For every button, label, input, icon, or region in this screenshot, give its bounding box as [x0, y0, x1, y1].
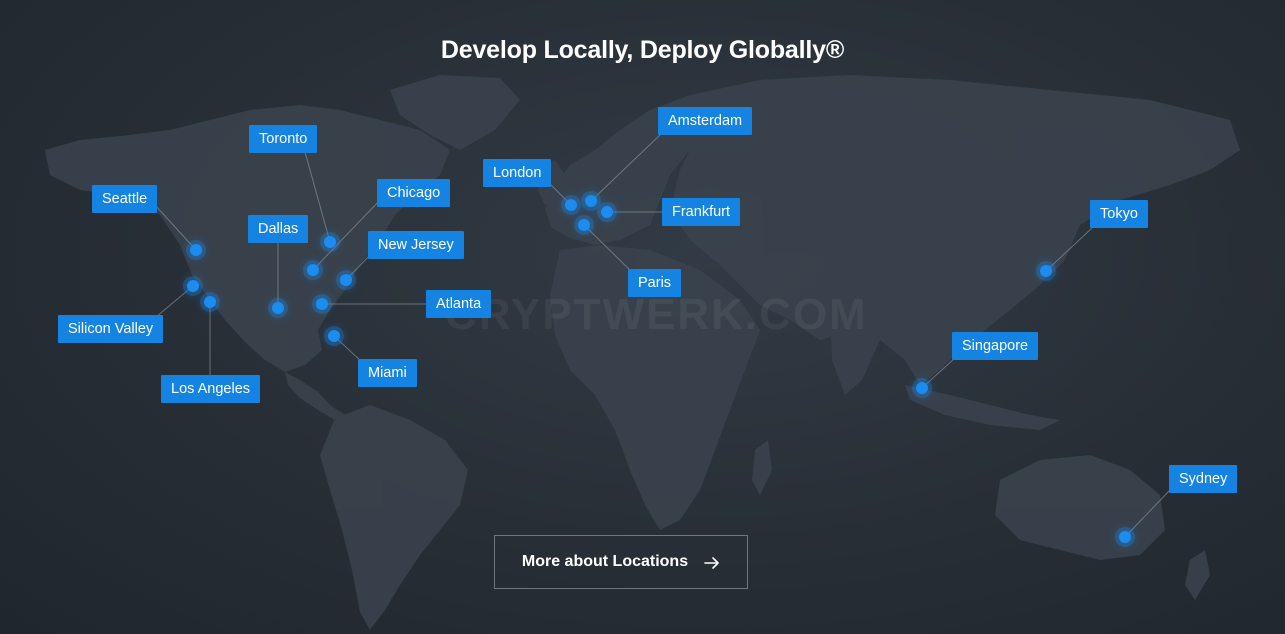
label-seattle[interactable]: Seattle	[92, 185, 158, 213]
more-about-locations-label: More about Locations	[521, 553, 689, 570]
page-title: Develop Locally, Deploy Globally®	[440, 36, 845, 64]
marker-new-jersey[interactable]	[340, 274, 352, 286]
marker-sydney[interactable]	[1119, 531, 1131, 543]
label-miami[interactable]: Miami	[358, 359, 417, 387]
indonesia-landmass	[905, 385, 1060, 430]
marker-silicon-valley[interactable]	[187, 280, 199, 292]
label-silicon-valley[interactable]: Silicon Valley	[58, 315, 164, 343]
marker-singapore[interactable]	[916, 382, 928, 394]
marker-chicago[interactable]	[307, 264, 319, 276]
label-tokyo[interactable]: Tokyo	[1090, 200, 1148, 228]
more-about-locations-button[interactable]: More about Locations	[494, 535, 748, 589]
marker-london[interactable]	[565, 199, 577, 211]
madagascar-landmass	[752, 440, 772, 495]
marker-seattle[interactable]	[190, 244, 202, 256]
south-america-landmass	[320, 405, 468, 630]
label-paris[interactable]: Paris	[628, 269, 682, 297]
label-dallas[interactable]: Dallas	[248, 215, 309, 243]
marker-los-angeles[interactable]	[204, 296, 216, 308]
new-zealand-landmass	[1185, 550, 1210, 600]
label-london[interactable]: London	[483, 159, 552, 187]
marker-tokyo[interactable]	[1040, 265, 1052, 277]
marker-paris[interactable]	[578, 219, 590, 231]
arrow-right-icon	[704, 556, 720, 569]
label-chicago[interactable]: Chicago	[377, 179, 451, 207]
marker-atlanta[interactable]	[316, 298, 328, 310]
label-frankfurt[interactable]: Frankfurt	[662, 198, 741, 226]
marker-dallas[interactable]	[272, 302, 284, 314]
label-toronto[interactable]: Toronto	[249, 125, 318, 153]
label-los-angeles[interactable]: Los Angeles	[161, 375, 261, 403]
marker-amsterdam[interactable]	[585, 195, 597, 207]
marker-toronto[interactable]	[324, 236, 336, 248]
label-amsterdam[interactable]: Amsterdam	[658, 107, 753, 135]
label-atlanta[interactable]: Atlanta	[426, 290, 492, 318]
watermark: CRYPTWERK.COM	[445, 290, 868, 339]
label-new-jersey[interactable]: New Jersey	[368, 231, 464, 259]
marker-frankfurt[interactable]	[601, 206, 613, 218]
label-sydney[interactable]: Sydney	[1169, 465, 1238, 493]
marker-miami[interactable]	[328, 330, 340, 342]
australia-landmass	[995, 455, 1165, 560]
central-america-landmass	[285, 372, 345, 420]
label-singapore[interactable]: Singapore	[952, 332, 1039, 360]
